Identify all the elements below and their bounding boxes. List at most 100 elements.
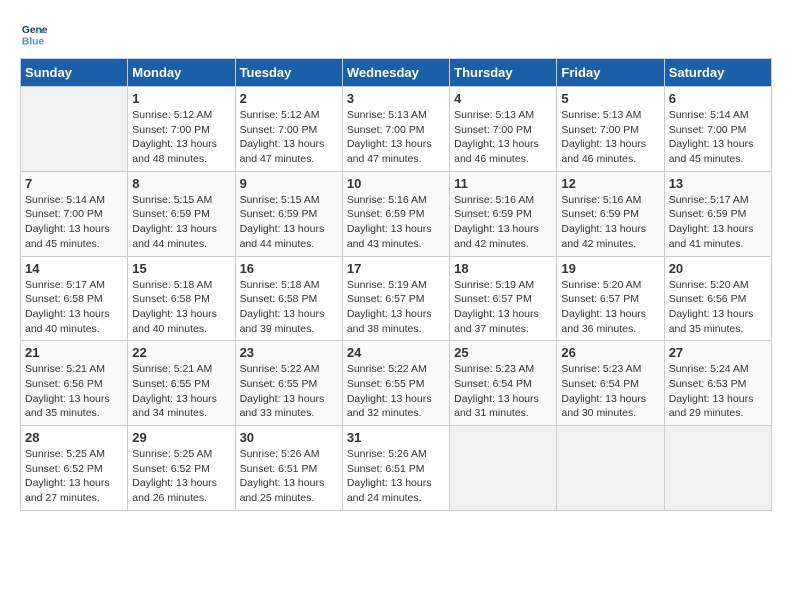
header-wednesday: Wednesday [342,59,449,87]
calendar-cell: 26 Sunrise: 5:23 AM Sunset: 6:54 PM Dayli… [557,341,664,426]
day-info: Sunrise: 5:13 AM Sunset: 7:00 PM Dayligh… [347,108,445,167]
day-info: Sunrise: 5:16 AM Sunset: 6:59 PM Dayligh… [347,193,445,252]
day-info: Sunrise: 5:21 AM Sunset: 6:56 PM Dayligh… [25,362,123,421]
calendar-cell: 1 Sunrise: 5:12 AM Sunset: 7:00 PM Daylig… [128,87,235,172]
day-number: 17 [347,261,445,276]
day-number: 29 [132,430,230,445]
day-number: 16 [240,261,338,276]
calendar-week-4: 21 Sunrise: 5:21 AM Sunset: 6:56 PM Dayli… [21,341,772,426]
logo-icon: General Blue [20,20,48,48]
day-number: 21 [25,345,123,360]
day-info: Sunrise: 5:25 AM Sunset: 6:52 PM Dayligh… [25,447,123,506]
day-number: 10 [347,176,445,191]
day-number: 14 [25,261,123,276]
day-number: 28 [25,430,123,445]
header-sunday: Sunday [21,59,128,87]
calendar-cell: 5Sunrise: 5:13 AM Sunset: 7:00 PM Daylig… [557,87,664,172]
calendar-cell [664,426,771,511]
header-thursday: Thursday [450,59,557,87]
day-info: Sunrise: 5:14 AM Sunset: 7:00 PM Dayligh… [669,108,767,167]
day-info: Sunrise: 5:20 AM Sunset: 6:56 PM Dayligh… [669,278,767,337]
calendar-week-1: 1 Sunrise: 5:12 AM Sunset: 7:00 PM Daylig… [21,87,772,172]
day-info: Sunrise: 5:18 AM Sunset: 6:58 PM Dayligh… [240,278,338,337]
calendar-cell: 27 Sunrise: 5:24 AM Sunset: 6:53 PM Dayli… [664,341,771,426]
day-number: 5 [561,91,659,106]
day-info: Sunrise: 5:26 AM Sunset: 6:51 PM Dayligh… [240,447,338,506]
calendar-cell: 17 Sunrise: 5:19 AM Sunset: 6:57 PM Dayli… [342,256,449,341]
day-info: Sunrise: 5:12 AM Sunset: 7:00 PM Dayligh… [240,108,338,167]
day-number: 1 [132,91,230,106]
logo: General Blue [20,20,48,48]
day-info: Sunrise: 5:16 AM Sunset: 6:59 PM Dayligh… [561,193,659,252]
day-number: 3 [347,91,445,106]
day-info: Sunrise: 5:14 AM Sunset: 7:00 PM Dayligh… [25,193,123,252]
calendar-cell [450,426,557,511]
calendar-week-5: 28 Sunrise: 5:25 AM Sunset: 6:52 PM Dayli… [21,426,772,511]
day-info: Sunrise: 5:19 AM Sunset: 6:57 PM Dayligh… [454,278,552,337]
day-info: Sunrise: 5:23 AM Sunset: 6:54 PM Dayligh… [561,362,659,421]
calendar-cell: 16 Sunrise: 5:18 AM Sunset: 6:58 PM Dayli… [235,256,342,341]
calendar-cell: 2 Sunrise: 5:12 AM Sunset: 7:00 PM Daylig… [235,87,342,172]
header-saturday: Saturday [664,59,771,87]
day-info: Sunrise: 5:20 AM Sunset: 6:57 PM Dayligh… [561,278,659,337]
calendar-cell: 3 Sunrise: 5:13 AM Sunset: 7:00 PM Daylig… [342,87,449,172]
calendar-cell: 19 Sunrise: 5:20 AM Sunset: 6:57 PM Dayli… [557,256,664,341]
day-info: Sunrise: 5:13 AM Sunset: 7:00 PM Dayligh… [454,108,552,167]
day-info: Sunrise: 5:19 AM Sunset: 6:57 PM Dayligh… [347,278,445,337]
calendar-cell: 11 Sunrise: 5:16 AM Sunset: 6:59 PM Dayli… [450,171,557,256]
day-number: 24 [347,345,445,360]
day-number: 8 [132,176,230,191]
day-info: Sunrise: 5:12 AM Sunset: 7:00 PM Dayligh… [132,108,230,167]
day-info: Sunrise: 5:17 AM Sunset: 6:58 PM Dayligh… [25,278,123,337]
calendar-cell: 8 Sunrise: 5:15 AM Sunset: 6:59 PM Daylig… [128,171,235,256]
calendar-cell: 20 Sunrise: 5:20 AM Sunset: 6:56 PM Dayli… [664,256,771,341]
calendar-cell: 14 Sunrise: 5:17 AM Sunset: 6:58 PM Dayli… [21,256,128,341]
day-number: 13 [669,176,767,191]
day-number: 9 [240,176,338,191]
day-number: 18 [454,261,552,276]
header: General Blue [20,20,772,48]
header-monday: Monday [128,59,235,87]
day-number: 26 [561,345,659,360]
day-number: 23 [240,345,338,360]
calendar-cell: 9Sunrise: 5:15 AM Sunset: 6:59 PM Daylig… [235,171,342,256]
calendar-cell: 23 Sunrise: 5:22 AM Sunset: 6:55 PM Dayli… [235,341,342,426]
calendar-cell: 15Sunrise: 5:18 AM Sunset: 6:58 PM Dayli… [128,256,235,341]
calendar-cell [21,87,128,172]
calendar-cell: 24Sunrise: 5:22 AM Sunset: 6:55 PM Dayli… [342,341,449,426]
svg-text:Blue: Blue [22,36,45,47]
day-info: Sunrise: 5:24 AM Sunset: 6:53 PM Dayligh… [669,362,767,421]
day-number: 19 [561,261,659,276]
calendar-week-3: 14 Sunrise: 5:17 AM Sunset: 6:58 PM Dayli… [21,256,772,341]
calendar-cell: 4 Sunrise: 5:13 AM Sunset: 7:00 PM Daylig… [450,87,557,172]
svg-text:General: General [22,25,48,36]
day-number: 31 [347,430,445,445]
calendar-cell: 10 Sunrise: 5:16 AM Sunset: 6:59 PM Dayli… [342,171,449,256]
day-info: Sunrise: 5:16 AM Sunset: 6:59 PM Dayligh… [454,193,552,252]
calendar-header-row: SundayMondayTuesdayWednesdayThursdayFrid… [21,59,772,87]
day-number: 20 [669,261,767,276]
day-number: 7 [25,176,123,191]
day-info: Sunrise: 5:15 AM Sunset: 6:59 PM Dayligh… [132,193,230,252]
calendar-cell: 25Sunrise: 5:23 AM Sunset: 6:54 PM Dayli… [450,341,557,426]
calendar-cell: 22Sunrise: 5:21 AM Sunset: 6:55 PM Dayli… [128,341,235,426]
day-number: 11 [454,176,552,191]
day-info: Sunrise: 5:22 AM Sunset: 6:55 PM Dayligh… [240,362,338,421]
calendar-table: SundayMondayTuesdayWednesdayThursdayFrid… [20,58,772,511]
calendar-cell: 6 Sunrise: 5:14 AM Sunset: 7:00 PM Daylig… [664,87,771,172]
calendar-cell: 18 Sunrise: 5:19 AM Sunset: 6:57 PM Dayli… [450,256,557,341]
day-number: 27 [669,345,767,360]
calendar-cell: 29 Sunrise: 5:25 AM Sunset: 6:52 PM Dayli… [128,426,235,511]
day-info: Sunrise: 5:17 AM Sunset: 6:59 PM Dayligh… [669,193,767,252]
calendar-week-2: 7 Sunrise: 5:14 AM Sunset: 7:00 PM Daylig… [21,171,772,256]
day-number: 6 [669,91,767,106]
header-friday: Friday [557,59,664,87]
calendar-cell: 7 Sunrise: 5:14 AM Sunset: 7:00 PM Daylig… [21,171,128,256]
day-info: Sunrise: 5:26 AM Sunset: 6:51 PM Dayligh… [347,447,445,506]
calendar-cell: 30Sunrise: 5:26 AM Sunset: 6:51 PM Dayli… [235,426,342,511]
day-number: 25 [454,345,552,360]
day-number: 2 [240,91,338,106]
day-number: 4 [454,91,552,106]
calendar-cell: 28 Sunrise: 5:25 AM Sunset: 6:52 PM Dayli… [21,426,128,511]
day-info: Sunrise: 5:25 AM Sunset: 6:52 PM Dayligh… [132,447,230,506]
